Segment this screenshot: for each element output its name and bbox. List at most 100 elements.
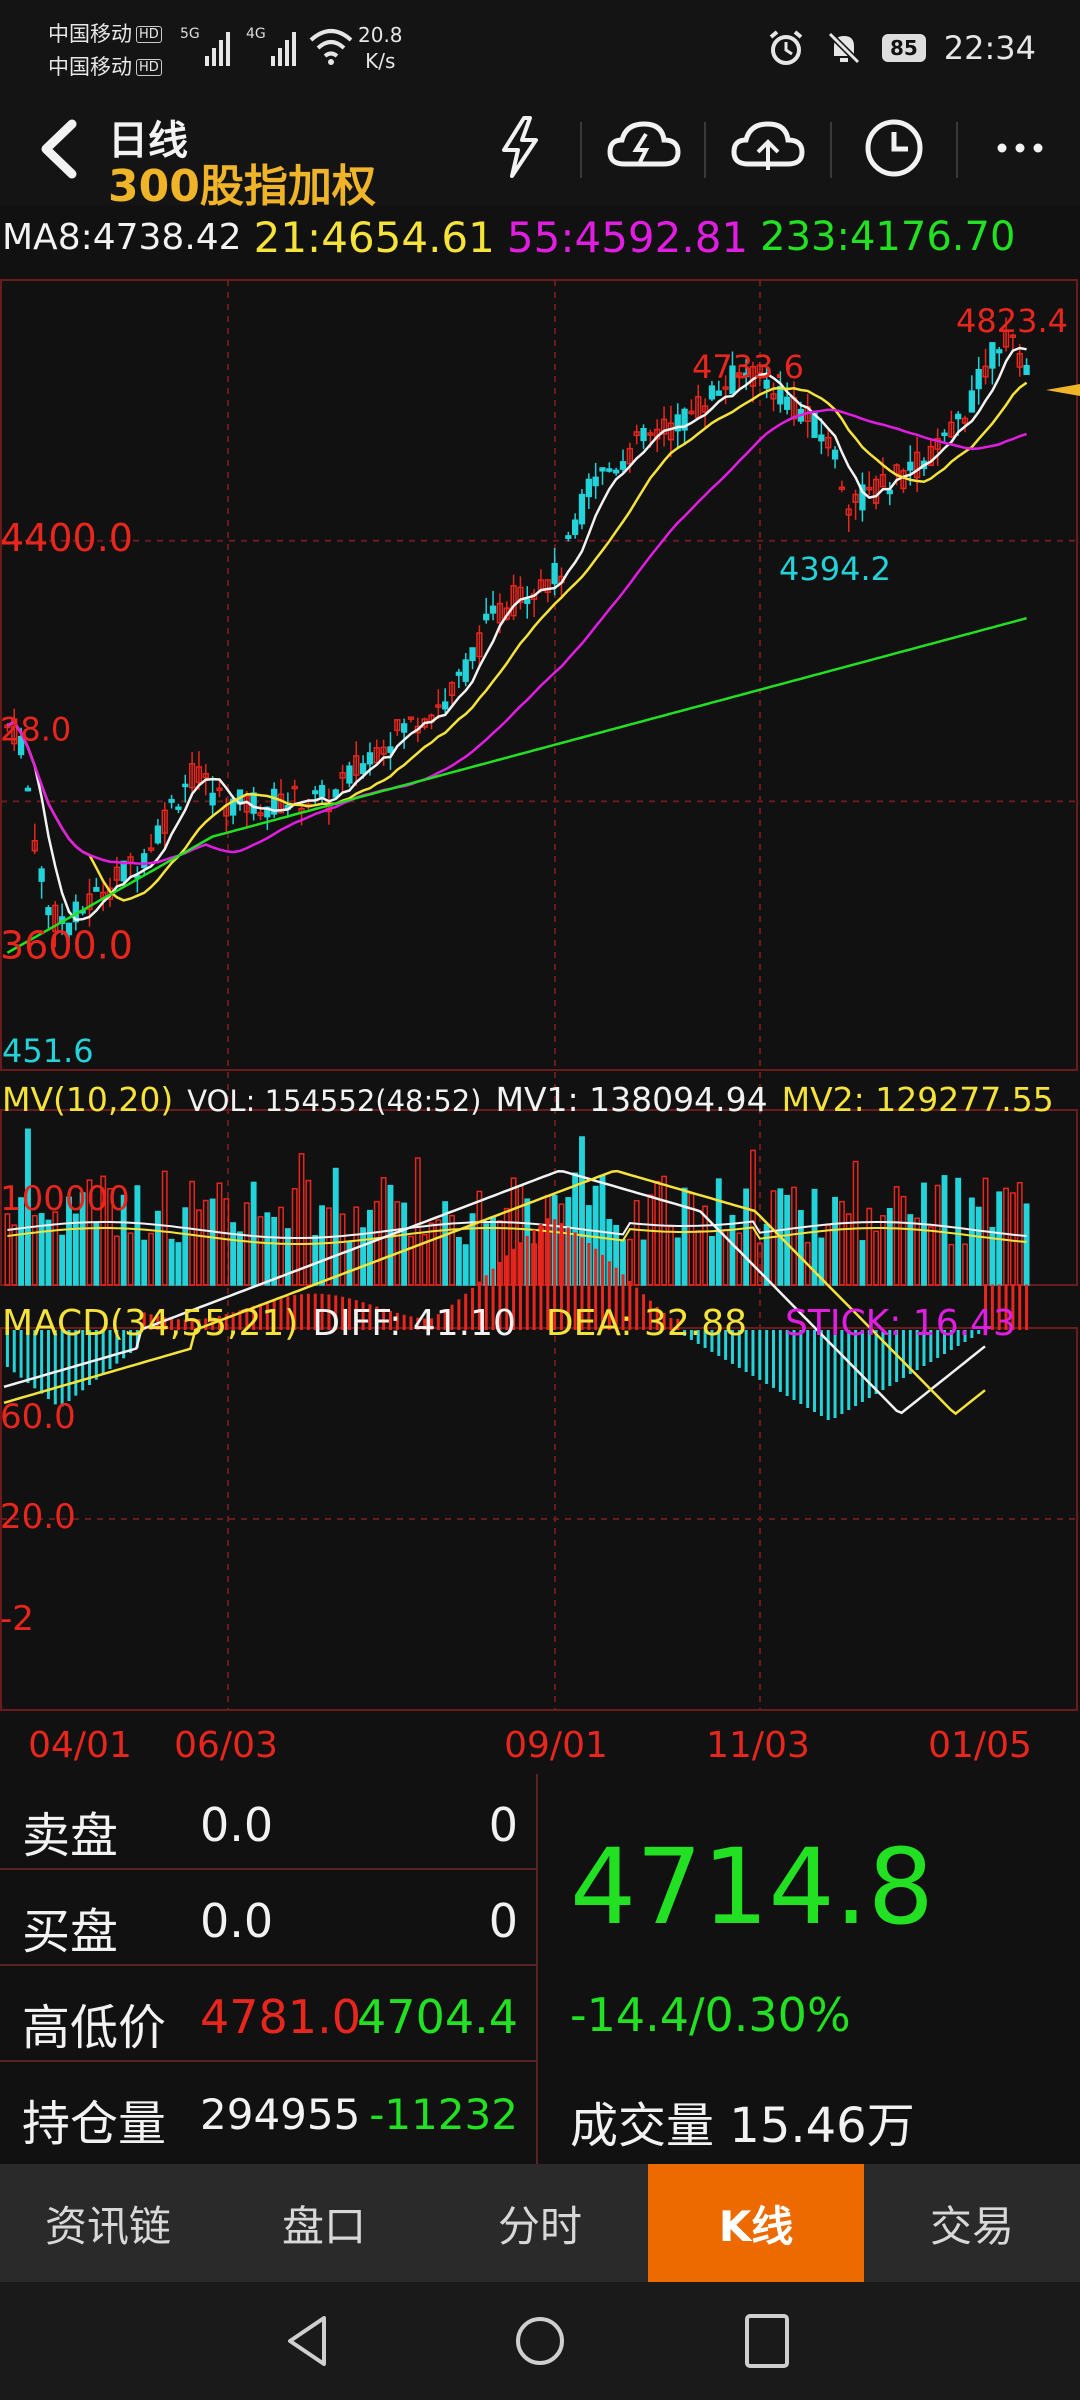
volume-bar [414,1157,421,1286]
candle-body [571,519,579,535]
candle-body [38,868,45,882]
turnover-value: 15.46万 [729,2098,915,2154]
volume-bar [962,1243,968,1286]
volume-bar [257,1216,264,1286]
kline-chart[interactable]: 4400.0 28.0 3600.0 4823.4 4733.6 4394.2 451.6 1… [0,270,1080,1780]
macd-stick: STICK: 16.43 [785,1303,1016,1344]
volume-bar [161,1170,168,1286]
volume-bar [921,1182,927,1286]
macd-diff: DIFF: 41.10 [312,1303,516,1344]
volume-title: MV(10,20) [2,1080,174,1119]
buy-qty: 0 [488,1894,518,1948]
panel-border [0,279,1078,1071]
volume-bar [968,1197,975,1286]
ma233-value: 233:4176.70 [760,214,1016,260]
candle-body [154,825,162,844]
buy-price: 0.0 [200,1894,274,1948]
volume-bar [408,1235,414,1286]
carrier-2: 中国移动 [48,55,132,79]
carrier-info: 中国移动 HD 中国移动 HD [48,18,162,84]
volume-bar [250,1181,257,1286]
back-icon[interactable] [26,114,96,184]
sell-label: 卖盘 [22,1808,119,1864]
volume-bar [72,1213,79,1286]
more-icon[interactable] [980,112,1060,182]
volume-bar [900,1195,907,1286]
open-interest-change: -11232 [369,2090,518,2139]
candle-body [168,798,175,803]
date-label: 09/01 [504,1725,608,1766]
buy-label: 买盘 [22,1904,119,1960]
last-price: 4714.8 [570,1826,934,1948]
cloud-sync-icon[interactable] [604,112,684,182]
clock-icon[interactable] [854,112,934,182]
volume-bar [886,1208,893,1286]
volume-bar [298,1153,305,1286]
candle-body [975,368,982,390]
nav-back-icon[interactable] [274,2306,344,2376]
candle-body [175,806,182,810]
turnover-label: 成交量 [570,2098,715,2154]
high-low-row: 高低价 4781.0 4704.4 [0,1966,538,2062]
volume-bar [633,1199,640,1286]
volume-value: VOL: 154552(48:52) [187,1084,482,1118]
candle-body [387,746,394,753]
candle-body [1023,364,1030,376]
open-interest-row: 持仓量 294955 -11232 [0,2062,538,2164]
lightning-icon[interactable] [480,112,560,182]
volume-bar [325,1207,332,1286]
instrument-title: 300股指加权 [108,161,376,212]
volume-bar [784,1194,791,1286]
tab-order-book[interactable]: 盘口 [216,2164,432,2282]
tab-news-chain[interactable]: 资讯链 [0,2164,216,2282]
tab-intraday[interactable]: 分时 [432,2164,648,2282]
price-peak-label: 4733.6 [692,348,804,386]
volume-bar [209,1198,216,1286]
high-low-label: 高低价 [22,2000,167,2056]
volume-bar [202,1199,209,1286]
volume-bar [941,1175,948,1286]
candlesticks [4,317,1030,948]
volume-bar [264,1212,271,1286]
volume-bar [975,1206,982,1286]
mv1-value: MV1: 138094.94 [495,1080,768,1119]
header-divider [956,122,958,178]
tab-kline[interactable]: K线 [648,2164,864,2282]
volume-bar [346,1240,353,1286]
volume-bar [38,1213,45,1286]
tab-trade[interactable]: 交易 [864,2164,1080,2282]
macd-bars [3,1169,1029,1420]
volume-bar [873,1230,880,1286]
nav-recents-icon[interactable] [732,2306,802,2376]
buy-row: 买盘 0.0 0 [0,1870,538,1966]
candle-body [955,413,962,420]
app-header: 日线 300股指加权 [0,100,1080,212]
volume-bar [360,1227,367,1286]
macd-axis-label: -2 [0,1599,34,1639]
status-bar: 中国移动 HD 中国移动 HD 5G 4G 20.8 K/s 85 22:34 [0,0,1080,100]
macd-axis-label: 60.0 [0,1397,76,1437]
volume-bar [52,1211,59,1286]
volume-indicator-row: MV(10,20) VOL: 154552(48:52) MV1: 138094… [0,1080,1080,1119]
cloud-upload-icon[interactable] [728,112,808,182]
price-axis-label: 3600.0 [0,924,133,968]
candle-body [24,787,32,792]
candle-body [907,461,914,471]
volume-bar [455,1237,462,1286]
volume-bar [681,1187,688,1286]
chart-labels: 4400.0 28.0 3600.0 4823.4 4733.6 4394.2 451.6 1… [0,302,1080,1766]
ma21-value: 21:4654.61 [253,212,495,262]
volume-bar [367,1209,373,1286]
candle-body [318,785,326,798]
candle-body [592,476,599,487]
volume-bar [59,1234,66,1286]
macd-dea: DEA: 32.88 [545,1303,748,1344]
candle-body [989,342,996,369]
volume-bar [134,1185,141,1286]
volume-bar [1003,1187,1009,1286]
nav-home-icon[interactable] [505,2306,575,2376]
volume-bar [797,1210,804,1286]
volume-bar [729,1214,736,1286]
candle-body [708,385,716,400]
volume-bar [332,1167,339,1286]
